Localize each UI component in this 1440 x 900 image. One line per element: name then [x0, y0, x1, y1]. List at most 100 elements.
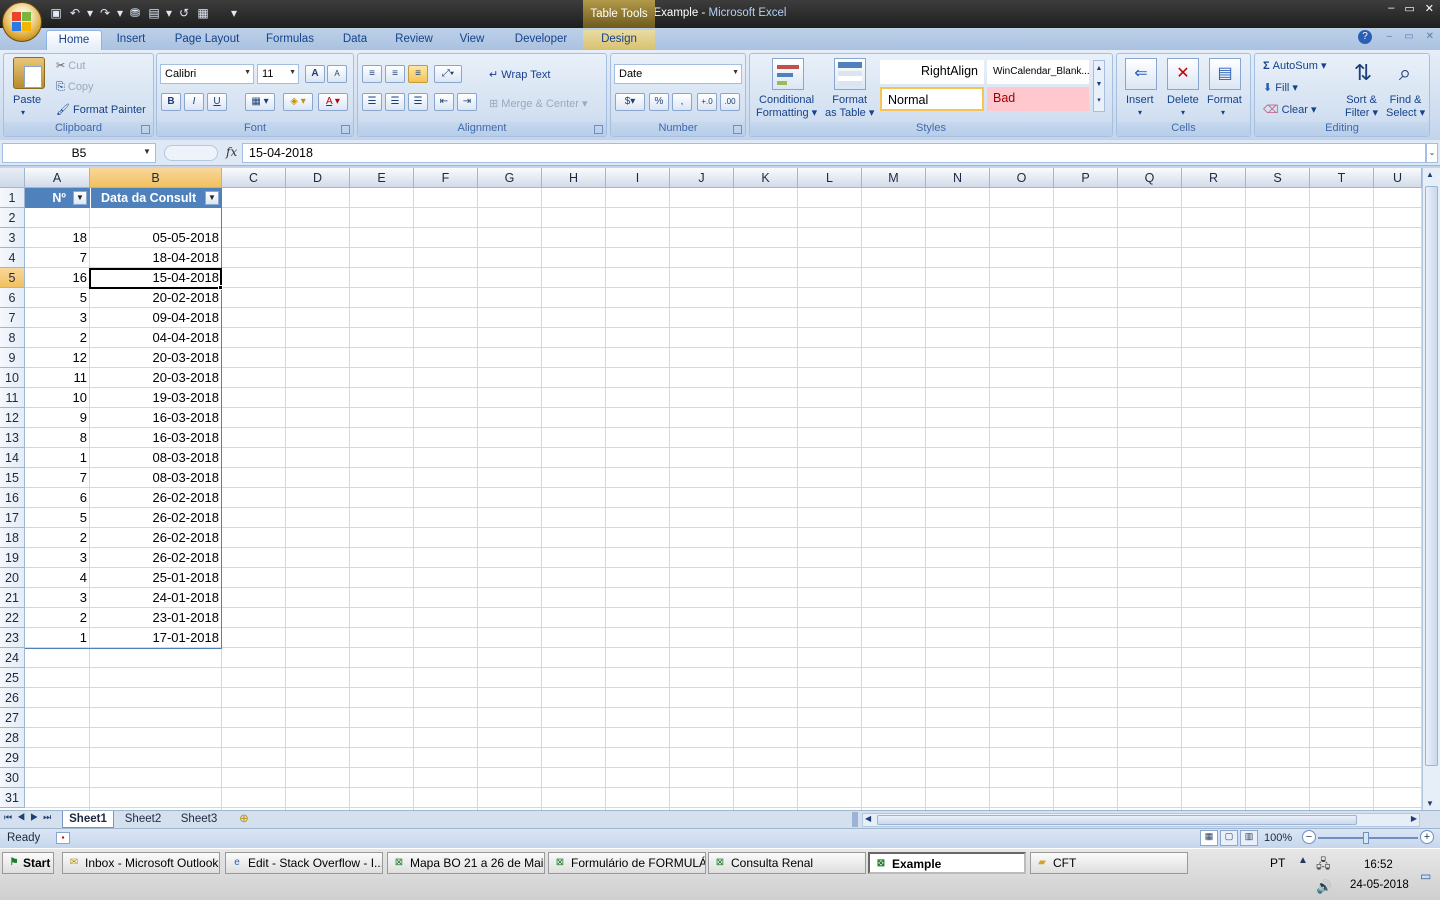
- row-header-22[interactable]: 22: [0, 608, 25, 628]
- office-button[interactable]: [2, 2, 42, 42]
- tab-formulas[interactable]: Formulas: [258, 30, 322, 50]
- tray-expand-icon[interactable]: ▲: [1298, 855, 1308, 866]
- row-header-30[interactable]: 30: [0, 768, 25, 788]
- macro-record-icon[interactable]: ▪: [56, 832, 70, 844]
- autosum-button[interactable]: Σ AutoSum ▾: [1263, 59, 1327, 72]
- zoom-out-icon[interactable]: −: [1302, 830, 1316, 844]
- cut-button[interactable]: ✂ Cut: [56, 59, 85, 72]
- workbook-close-button[interactable]: ✕: [1426, 31, 1434, 42]
- row-header-13[interactable]: 13: [0, 428, 25, 448]
- taskbar-item-formulario[interactable]: ⊠ Formulário de FORMULÁ...: [548, 852, 706, 874]
- row-header-16[interactable]: 16: [0, 488, 25, 508]
- cell-a4[interactable]: 7: [25, 248, 90, 268]
- format-cells-button[interactable]: Format ▾: [1207, 94, 1242, 118]
- style-rightalign[interactable]: RightAlign: [880, 60, 984, 84]
- wrap-text-button[interactable]: ↵ Wrap Text: [489, 68, 550, 81]
- row-header-23[interactable]: 23: [0, 628, 25, 648]
- cell-a3[interactable]: 18: [25, 228, 90, 248]
- style-wincalendar[interactable]: WinCalendar_Blank...: [987, 60, 1090, 84]
- font-name-select[interactable]: Calibri ▼: [160, 64, 254, 84]
- clipboard-launcher-icon[interactable]: [141, 125, 150, 134]
- increase-indent-icon[interactable]: ⇥: [457, 93, 477, 111]
- filter-dropdown-icon[interactable]: ▼: [205, 191, 219, 205]
- sort-filter-icon[interactable]: ⇅: [1347, 58, 1379, 90]
- select-all-corner[interactable]: [0, 168, 25, 188]
- clock-date[interactable]: 24-05-2018: [1350, 879, 1409, 891]
- align-bottom-icon[interactable]: ≡: [408, 65, 428, 83]
- minimize-button[interactable]: –: [1388, 2, 1394, 15]
- format-as-table-icon[interactable]: [834, 58, 866, 90]
- row-header-9[interactable]: 9: [0, 348, 25, 368]
- scroll-right-icon[interactable]: ▶: [1411, 814, 1417, 823]
- cell-b12[interactable]: 16-03-2018: [90, 408, 222, 428]
- cell-a21[interactable]: 3: [25, 588, 90, 608]
- conditional-formatting-button[interactable]: Conditional Formatting ▾: [756, 94, 817, 120]
- grow-font-button[interactable]: A: [305, 65, 325, 83]
- help-icon[interactable]: ?: [1358, 30, 1372, 44]
- tab-split-handle[interactable]: [852, 812, 858, 827]
- formula-input[interactable]: 15-04-2018: [242, 143, 1426, 163]
- language-indicator[interactable]: PT: [1270, 856, 1285, 870]
- row-header-21[interactable]: 21: [0, 588, 25, 608]
- comma-button[interactable]: ,: [672, 93, 692, 111]
- align-center-icon[interactable]: ☰: [385, 93, 405, 111]
- column-header-t[interactable]: T: [1310, 168, 1374, 188]
- cell-a13[interactable]: 8: [25, 428, 90, 448]
- sheet-nav-arrows-icon[interactable]: ⏮◀▶⏭: [4, 812, 56, 823]
- zoom-level[interactable]: 100%: [1264, 832, 1292, 844]
- row-header-27[interactable]: 27: [0, 708, 25, 728]
- zoom-in-icon[interactable]: +: [1420, 830, 1434, 844]
- cell-b6[interactable]: 20-02-2018: [90, 288, 222, 308]
- row-header-28[interactable]: 28: [0, 728, 25, 748]
- row-header-17[interactable]: 17: [0, 508, 25, 528]
- column-header-n[interactable]: N: [926, 168, 990, 188]
- percent-button[interactable]: %: [649, 93, 669, 111]
- sort-filter-button[interactable]: Sort & Filter ▾: [1345, 94, 1378, 120]
- scroll-down-icon[interactable]: ▼: [1426, 799, 1434, 808]
- filter-dropdown-icon[interactable]: ▼: [73, 191, 87, 205]
- cell-b9[interactable]: 20-03-2018: [90, 348, 222, 368]
- orientation-icon[interactable]: ⤢▾: [434, 65, 462, 83]
- row-header-10[interactable]: 10: [0, 368, 25, 388]
- column-header-r[interactable]: R: [1182, 168, 1246, 188]
- align-top-icon[interactable]: ≡: [362, 65, 382, 83]
- taskbar-item-mapa[interactable]: ⊠ Mapa BO 21 a 26 de Mai...: [387, 852, 545, 874]
- network-icon[interactable]: 🖧: [1316, 855, 1331, 877]
- horizontal-scroll-thumb[interactable]: [877, 815, 1357, 825]
- cell-b8[interactable]: 04-04-2018: [90, 328, 222, 348]
- cell-a12[interactable]: 9: [25, 408, 90, 428]
- decrease-decimal-button[interactable]: .00: [720, 93, 740, 111]
- cell-b10[interactable]: 20-03-2018: [90, 368, 222, 388]
- column-header-p[interactable]: P: [1054, 168, 1118, 188]
- column-header-g[interactable]: G: [478, 168, 542, 188]
- start-button[interactable]: ⚑ Start: [2, 852, 54, 874]
- paste-button[interactable]: Paste: [13, 94, 41, 106]
- styles-gallery-scroll[interactable]: ▲ ▼ ▾: [1093, 60, 1105, 112]
- cell-a20[interactable]: 4: [25, 568, 90, 588]
- italic-button[interactable]: I: [184, 93, 204, 111]
- row-header-2[interactable]: 2: [0, 208, 25, 228]
- style-bad[interactable]: Bad: [987, 87, 1089, 111]
- column-header-j[interactable]: J: [670, 168, 734, 188]
- increase-decimal-button[interactable]: +.0: [697, 93, 717, 111]
- cell-b11[interactable]: 19-03-2018: [90, 388, 222, 408]
- format-painter-button[interactable]: 🖌 Format Painter: [56, 103, 146, 116]
- row-header-20[interactable]: 20: [0, 568, 25, 588]
- scroll-left-icon[interactable]: ◀: [865, 814, 871, 823]
- taskbar-item-consulta[interactable]: ⊠ Consulta Renal: [708, 852, 866, 874]
- cell-b23[interactable]: 17-01-2018: [90, 628, 222, 648]
- cell-a23[interactable]: 1: [25, 628, 90, 648]
- tab-insert[interactable]: Insert: [108, 30, 154, 50]
- row-header-25[interactable]: 25: [0, 668, 25, 688]
- vertical-scroll-thumb[interactable]: [1425, 186, 1438, 766]
- fill-handle[interactable]: [218, 285, 223, 290]
- taskbar-item-example[interactable]: ⊠ Example: [868, 852, 1026, 874]
- page-layout-view-icon[interactable]: ▢: [1220, 830, 1238, 846]
- cell-a10[interactable]: 11: [25, 368, 90, 388]
- vertical-scrollbar[interactable]: ▲ ▼: [1422, 168, 1440, 810]
- maximize-button[interactable]: ▭: [1404, 2, 1414, 15]
- row-header-7[interactable]: 7: [0, 308, 25, 328]
- row-header-26[interactable]: 26: [0, 688, 25, 708]
- fill-color-button[interactable]: ◈ ▾: [283, 93, 313, 111]
- workbook-restore-button[interactable]: ▭: [1404, 31, 1413, 42]
